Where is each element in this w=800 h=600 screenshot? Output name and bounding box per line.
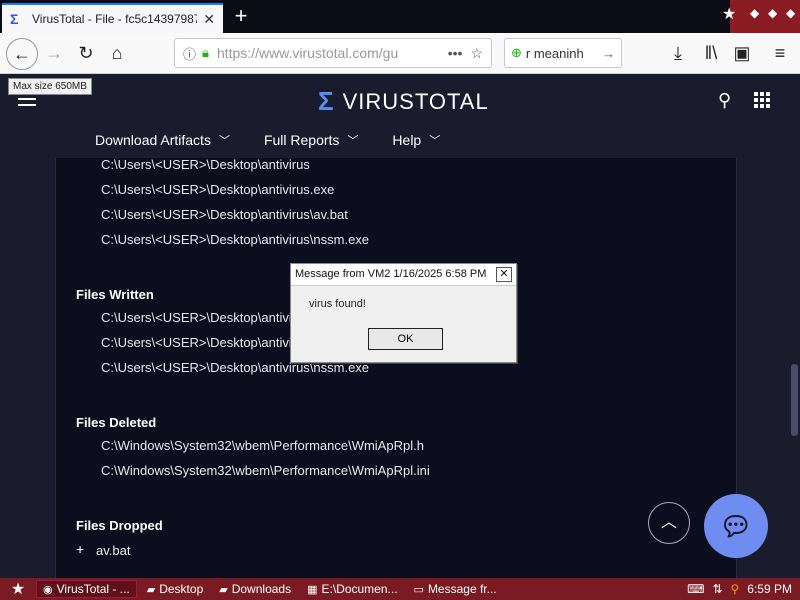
folder-icon: ▰ (219, 583, 228, 596)
tab-title: VirusTotal - File - fc5c14397987e5 (32, 12, 198, 26)
virustotal-logo[interactable]: Σ VIRUSTOTAL (318, 86, 489, 117)
firefox-icon: ◉ (43, 583, 53, 596)
message-dialog: Message from VM2 1/16/2025 6:58 PM ✕ vir… (290, 263, 517, 363)
new-tab-button[interactable]: + (230, 4, 252, 28)
search-engine-icon: ⊕ (511, 45, 522, 60)
dialog-title: Message from VM2 1/16/2025 6:58 PM (295, 268, 487, 280)
file-path: C:\Users\<USER>\Desktop\antivirus\av.bat (101, 207, 348, 222)
page-scrollbar[interactable] (788, 128, 800, 578)
page-actions-icon[interactable]: ••• (448, 45, 463, 61)
minimize-icon[interactable]: ◆ (750, 6, 759, 20)
task-label: E:\Documen... (321, 582, 398, 596)
task-virustotal[interactable]: ◉ VirusTotal - ... (36, 580, 137, 598)
files-written-heading: Files Written (76, 287, 154, 302)
apps-grid-icon[interactable] (754, 92, 770, 108)
file-path: C:\Users\<USER>\Desktop\antivirus (101, 157, 310, 172)
logo-text: VIRUSTOTAL (342, 88, 489, 114)
task-label: Message fr... (427, 582, 497, 596)
task-label: Downloads (231, 582, 292, 596)
file-path: C:\Users\<USER>\Desktop\antivirus\nssm.e… (101, 232, 370, 247)
files-deleted-heading: Files Deleted (76, 415, 157, 430)
file-path: C:\Users\<USER>\Desktop\antivirus (101, 335, 310, 350)
file-path: C:\Users\<USER>\Desktop\antivirus (101, 310, 310, 325)
file-path: C:\Windows\System32\wbem\Performance\Wmi… (101, 438, 424, 453)
menu-full-reports[interactable]: Full Reports ﹀ (264, 132, 358, 148)
window-icon: ▭ (413, 583, 424, 596)
dialog-close-button[interactable]: ✕ (496, 267, 512, 282)
menu-label: Help (392, 132, 422, 148)
maximize-icon[interactable]: ◆ (768, 6, 777, 20)
browser-tab-bar: Σ VirusTotal - File - fc5c14397987e5 ✕ +… (0, 0, 800, 33)
virustotal-favicon-icon: Σ (10, 11, 19, 27)
dialog-titlebar[interactable]: Message from VM2 1/16/2025 6:58 PM ✕ (291, 264, 516, 286)
top-menu: Download Artifacts ﹀ Full Reports ﹀ Help ﹀ (95, 132, 440, 148)
navigation-bar: ← → ↻ ⌂ ⓘ 🔒︎ https://www.virustotal.com/… (0, 33, 800, 74)
menu-icon[interactable]: ≡ (766, 39, 794, 67)
menu-download-artifacts[interactable]: Download Artifacts ﹀ (95, 132, 230, 148)
home-button[interactable]: ⌂ (103, 39, 131, 67)
dialog-message: virus found! (309, 298, 366, 310)
search-go-icon[interactable]: → (602, 46, 615, 61)
close-window-icon[interactable]: ◆ (786, 6, 795, 20)
sidebar-icon[interactable]: ▣ (728, 39, 756, 67)
tooltip: Max size 650MB (8, 78, 92, 95)
reload-button[interactable]: ↻ (72, 39, 100, 67)
library-icon[interactable]: ‖\ (697, 39, 725, 67)
url-text[interactable]: https://www.virustotal.com/gu (217, 45, 440, 61)
search-bar[interactable]: ⊕ r meaninh → (504, 38, 622, 68)
close-tab-icon[interactable]: ✕ (203, 11, 215, 28)
expand-plus-icon[interactable]: + (76, 541, 84, 557)
back-button[interactable]: ← (6, 38, 38, 70)
scroll-to-top-button[interactable]: ︿ (648, 502, 690, 544)
search-icon[interactable]: ⚲ (718, 90, 731, 111)
task-downloads[interactable]: ▰ Downloads (213, 580, 297, 598)
task-label: VirusTotal - ... (56, 582, 130, 596)
menu-label: Full Reports (263, 132, 340, 148)
file-path: C:\Windows\System32\wbem\Performance\Wmi… (101, 463, 430, 478)
task-label: Desktop (159, 582, 204, 596)
dropped-file-name[interactable]: av.bat (96, 543, 130, 558)
forward-button[interactable]: → (40, 39, 68, 67)
folder-icon: ▰ (146, 583, 156, 596)
bookmark-star-icon[interactable]: ☆ (470, 45, 483, 62)
search-text[interactable]: r meaninh (526, 46, 584, 61)
browser-tab[interactable]: Σ VirusTotal - File - fc5c14397987e5 ✕ (2, 3, 223, 33)
url-bar[interactable]: ⓘ 🔒︎ https://www.virustotal.com/gu ••• ☆ (174, 38, 492, 68)
task-documents[interactable]: ▦ E:\Documen... (301, 580, 403, 598)
ok-button[interactable]: OK (368, 328, 443, 350)
chevron-down-icon: ﹀ (429, 135, 441, 147)
scrollbar-thumb[interactable] (791, 364, 798, 436)
task-desktop[interactable]: ▰ Desktop (141, 580, 210, 598)
menu-help[interactable]: Help ﹀ (392, 132, 440, 148)
terminal-icon: ▦ (307, 583, 318, 596)
pin-icon: ★ (722, 6, 737, 23)
lock-icon: 🔒︎ (202, 45, 209, 60)
network-icon[interactable]: ⇅ (712, 582, 722, 596)
chevron-down-icon: ﹀ (347, 135, 359, 147)
virustotal-logo-icon: Σ (318, 86, 335, 116)
chevron-down-icon: ﹀ (218, 135, 230, 147)
search-tray-icon[interactable]: ⚲ (731, 582, 740, 596)
file-path: C:\Users\<USER>\Desktop\antivirus.exe (101, 182, 335, 197)
clock[interactable]: 6:59 PM (747, 582, 792, 596)
chat-button[interactable]: 💬︎ (704, 494, 768, 558)
downloads-icon[interactable]: ⤓ (664, 39, 692, 67)
system-tray: ⌨ ⇅ ⚲ 6:59 PM (687, 582, 800, 596)
task-message[interactable]: ▭ Message fr... (408, 580, 503, 598)
keyboard-icon[interactable]: ⌨ (687, 582, 704, 596)
start-button[interactable]: ★ (0, 579, 36, 599)
info-icon[interactable]: ⓘ (183, 44, 196, 63)
menu-label: Download Artifacts (95, 132, 211, 148)
taskbar: ★ ◉ VirusTotal - ... ▰ Desktop ▰ Downloads … (0, 578, 800, 600)
files-dropped-heading: Files Dropped (76, 518, 163, 533)
